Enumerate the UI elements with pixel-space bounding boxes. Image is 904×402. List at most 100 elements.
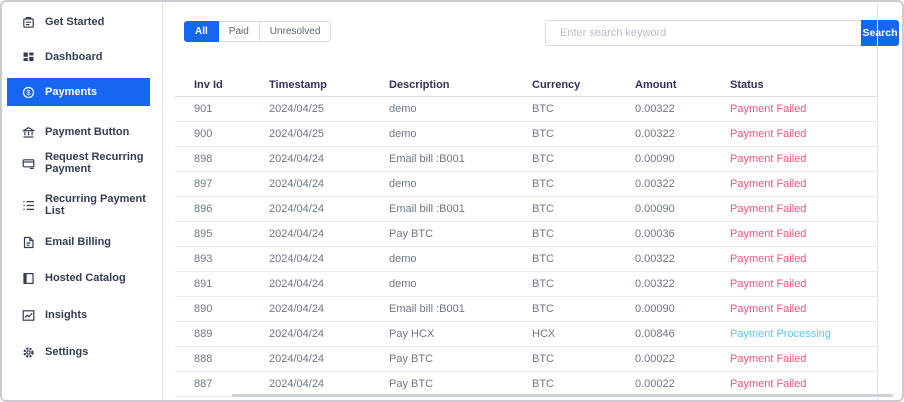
horizontal-scrollbar-thumb[interactable] [232, 394, 893, 397]
cell-amount: 0.00022 [635, 378, 675, 390]
cell-currency: BTC [532, 278, 554, 290]
status-badge: Payment Failed [730, 353, 807, 365]
cell-inv-id: 896 [194, 203, 213, 215]
cell-amount: 0.00036 [635, 228, 675, 240]
content-right-divider [877, 2, 878, 400]
cell-description: demo [389, 253, 417, 265]
cell-amount: 0.00022 [635, 353, 675, 365]
table-header: Inv Id Timestamp Description Currency Amount… [175, 77, 877, 97]
cell-timestamp: 2024/04/24 [269, 228, 325, 240]
table-row[interactable]: 898 2024/04/24 Email bill :B001 BTC 0.00090 P… [175, 147, 877, 172]
cell-currency: BTC [532, 128, 554, 140]
cell-timestamp: 2024/04/24 [269, 278, 325, 290]
sidebar-item-payments[interactable]: $ Payments [7, 78, 150, 106]
cell-inv-id: 895 [194, 228, 213, 240]
cell-description: Pay BTC [389, 353, 434, 365]
cell-currency: BTC [532, 203, 554, 215]
cell-timestamp: 2024/04/24 [269, 303, 325, 315]
cell-description: Pay BTC [389, 378, 434, 390]
card-icon [22, 157, 35, 170]
status-badge: Payment Failed [730, 203, 807, 215]
cell-amount: 0.00090 [635, 303, 675, 315]
status-badge: Payment Failed [730, 103, 807, 115]
list-icon [22, 199, 35, 212]
table-row[interactable]: 889 2024/04/24 Pay HCX HCX 0.00846 Payment Pr… [175, 322, 877, 347]
document-icon [22, 236, 35, 249]
cell-currency: BTC [532, 378, 554, 390]
cell-inv-id: 887 [194, 378, 213, 390]
sidebar-item-label: Recurring Payment List [45, 193, 146, 217]
sidebar: Get Started Dashboard $ Payments Payment But… [2, 2, 163, 400]
table-row[interactable]: 890 2024/04/24 Email bill :B001 BTC 0.00090 P… [175, 297, 877, 322]
table-row[interactable]: 900 2024/04/25 demo BTC 0.00322 Payment Faile… [175, 122, 877, 147]
filter-tab-group: All Paid Unresolved [184, 21, 332, 42]
cell-amount: 0.00322 [635, 253, 675, 265]
status-badge: Payment Processing [730, 328, 831, 340]
search-input[interactable] [545, 20, 861, 46]
cell-inv-id: 900 [194, 128, 213, 140]
cell-currency: HCX [532, 328, 556, 340]
search-group: Search [545, 20, 899, 46]
sidebar-item-get-started[interactable]: Get Started [7, 8, 150, 36]
cell-inv-id: 898 [194, 153, 213, 165]
cell-description: demo [389, 178, 417, 190]
sidebar-item-email-billing[interactable]: Email Billing [7, 228, 150, 256]
status-badge: Payment Failed [730, 228, 807, 240]
sidebar-item-recurring-payment-list[interactable]: Recurring Payment List [7, 191, 150, 219]
column-header-description: Description [389, 79, 450, 91]
payments-table: Inv Id Timestamp Description Currency Amount… [175, 77, 877, 397]
column-header-status: Status [730, 79, 764, 91]
cell-timestamp: 2024/04/24 [269, 253, 325, 265]
cell-currency: BTC [532, 353, 554, 365]
sidebar-item-label: Payment Button [45, 126, 130, 138]
table-row[interactable]: 891 2024/04/24 demo BTC 0.00322 Payment Faile… [175, 272, 877, 297]
table-row[interactable]: 896 2024/04/24 Email bill :B001 BTC 0.00090 P… [175, 197, 877, 222]
table-row[interactable]: 888 2024/04/24 Pay BTC BTC 0.00022 Payment Fa… [175, 347, 877, 372]
status-badge: Payment Failed [730, 278, 807, 290]
cell-currency: BTC [532, 303, 554, 315]
bank-icon [22, 126, 35, 139]
search-button[interactable]: Search [861, 20, 899, 46]
table-row[interactable]: 897 2024/04/24 demo BTC 0.00322 Payment Faile… [175, 172, 877, 197]
cell-description: Email bill :B001 [389, 153, 465, 165]
sidebar-item-dashboard[interactable]: Dashboard [7, 43, 150, 71]
cell-amount: 0.00322 [635, 278, 675, 290]
sidebar-item-label: Email Billing [45, 236, 112, 248]
cell-currency: BTC [532, 178, 554, 190]
cell-timestamp: 2024/04/24 [269, 378, 325, 390]
cell-amount: 0.00322 [635, 128, 675, 140]
cell-inv-id: 888 [194, 353, 213, 365]
table-row[interactable]: 893 2024/04/24 demo BTC 0.00322 Payment Faile… [175, 247, 877, 272]
dashboard-icon [22, 51, 35, 64]
sidebar-item-hosted-catalog[interactable]: Hosted Catalog [7, 264, 150, 292]
app-window: Get Started Dashboard $ Payments Payment But… [0, 0, 904, 402]
cell-amount: 0.00090 [635, 203, 675, 215]
cell-amount: 0.00090 [635, 153, 675, 165]
table-row[interactable]: 895 2024/04/24 Pay BTC BTC 0.00036 Payment Fa… [175, 222, 877, 247]
cell-description: Email bill :B001 [389, 203, 465, 215]
table-row[interactable]: 901 2024/04/25 demo BTC 0.00322 Payment Faile… [175, 97, 877, 122]
tab-unresolved[interactable]: Unresolved [259, 21, 332, 42]
cell-description: demo [389, 128, 417, 140]
cell-timestamp: 2024/04/25 [269, 128, 325, 140]
book-icon [22, 272, 35, 285]
cell-inv-id: 891 [194, 278, 213, 290]
column-header-amount: Amount [635, 79, 677, 91]
tab-all[interactable]: All [184, 21, 219, 42]
main-content: AllPaidUnresolved Search Inv Id Timestamp… [163, 2, 902, 400]
sidebar-item-request-recurring-payment[interactable]: Request Recurring Payment [7, 149, 150, 177]
sidebar-item-label: Insights [45, 309, 88, 321]
tab-paid[interactable]: Paid [218, 21, 260, 42]
sidebar-item-settings[interactable]: Settings [7, 338, 150, 366]
cell-inv-id: 897 [194, 178, 213, 190]
sidebar-item-insights[interactable]: Insights [7, 301, 150, 329]
svg-text:$: $ [26, 88, 31, 97]
sidebar-item-payment-button[interactable]: Payment Button [7, 118, 150, 146]
cell-inv-id: 889 [194, 328, 213, 340]
column-header-inv-id: Inv Id [194, 79, 223, 91]
sidebar-item-label: Hosted Catalog [45, 272, 126, 284]
cell-description: Email bill :B001 [389, 303, 465, 315]
table-body: 901 2024/04/25 demo BTC 0.00322 Payment Faile… [175, 97, 877, 397]
status-badge: Payment Failed [730, 378, 807, 390]
cell-amount: 0.00846 [635, 328, 675, 340]
